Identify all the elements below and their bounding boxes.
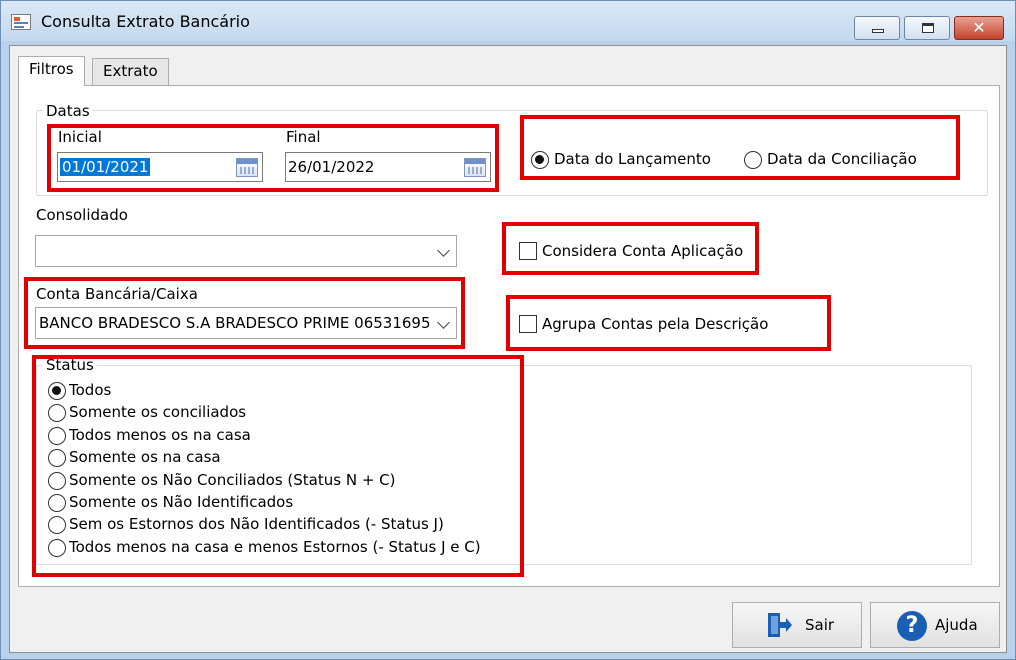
tab-extrato[interactable]: Extrato	[92, 58, 169, 85]
radio-status-nao-identificados[interactable]	[48, 494, 66, 512]
radio-data-lancamento[interactable]	[531, 151, 549, 169]
client-area: Filtros Extrato Datas Inicial 01/01/2021…	[9, 45, 1007, 653]
conta-bancaria-select[interactable]: BANCO BRADESCO S.A BRADESCO PRIME 065316…	[35, 307, 457, 339]
status-option-label[interactable]: Somente os conciliados	[69, 403, 246, 421]
consolidado-label: Consolidado	[36, 206, 128, 224]
minimize-button[interactable]	[854, 16, 900, 40]
datas-group-label: Datas	[43, 102, 93, 120]
ajuda-label: Ajuda	[935, 616, 978, 634]
radio-data-conciliacao[interactable]	[744, 151, 762, 169]
tab-filtros[interactable]: Filtros	[18, 56, 85, 86]
radio-status-sem-estornos[interactable]	[48, 516, 66, 534]
radio-status-todos-menos-casa-estornos[interactable]	[48, 539, 66, 557]
close-button[interactable]: ✕	[954, 16, 1004, 40]
status-option-label[interactable]: Somente os Não Conciliados (Status N + C…	[69, 471, 396, 489]
final-date-input[interactable]: 26/01/2022	[285, 152, 491, 182]
calendar-icon[interactable]	[464, 158, 486, 177]
exit-door-icon	[768, 613, 792, 637]
considera-conta-aplicacao-label[interactable]: Considera Conta Aplicação	[542, 242, 743, 260]
sair-button[interactable]: Sair	[732, 602, 862, 648]
calendar-icon[interactable]	[236, 158, 258, 177]
status-option-label[interactable]: Sem os Estornos dos Não Identificados (-…	[69, 515, 444, 533]
maximize-button[interactable]	[904, 16, 950, 40]
sair-label: Sair	[805, 616, 835, 634]
status-option-label[interactable]: Todos	[69, 381, 111, 399]
agrupa-contas-checkbox[interactable]	[519, 315, 537, 333]
filtros-panel: Datas Inicial 01/01/2021 Final 26/01/202…	[18, 85, 1000, 587]
minimize-icon	[872, 29, 884, 33]
chevron-down-icon	[437, 244, 450, 257]
inicial-date-value: 01/01/2021	[60, 158, 151, 176]
consolidado-select[interactable]	[35, 235, 457, 267]
radio-status-todos-menos-na-casa[interactable]	[48, 427, 66, 445]
considera-conta-aplicacao-checkbox[interactable]	[519, 242, 537, 260]
status-option-label[interactable]: Somente os na casa	[69, 448, 221, 466]
status-option-label[interactable]: Todos menos na casa e menos Estornos (- …	[69, 538, 481, 556]
data-lancamento-label[interactable]: Data do Lançamento	[554, 150, 711, 168]
ajuda-button[interactable]: ? Ajuda	[870, 602, 1000, 648]
radio-status-somente-na-casa[interactable]	[48, 449, 66, 467]
close-icon: ✕	[972, 18, 986, 37]
inicial-label: Inicial	[58, 128, 102, 146]
radio-status-todos[interactable]	[48, 382, 66, 400]
status-group-label: Status	[43, 356, 97, 374]
final-label: Final	[286, 128, 321, 146]
inicial-date-input[interactable]: 01/01/2021	[57, 152, 263, 182]
app-icon	[11, 14, 31, 30]
chevron-down-icon	[437, 316, 450, 329]
title-bar[interactable]: Consulta Extrato Bancário ✕	[1, 1, 1015, 41]
main-window: Consulta Extrato Bancário ✕ Filtros Extr…	[0, 0, 1016, 660]
final-date-value: 26/01/2022	[288, 158, 375, 176]
maximize-icon	[922, 23, 934, 33]
agrupa-contas-label[interactable]: Agrupa Contas pela Descrição	[542, 315, 768, 333]
conta-bancaria-label: Conta Bancária/Caixa	[36, 285, 198, 303]
radio-status-conciliados[interactable]	[48, 404, 66, 422]
radio-status-nao-conciliados[interactable]	[48, 472, 66, 490]
status-option-label[interactable]: Somente os Não Identificados	[69, 493, 293, 511]
conta-bancaria-value: BANCO BRADESCO S.A BRADESCO PRIME 065316…	[39, 314, 431, 332]
data-conciliacao-label[interactable]: Data da Conciliação	[767, 150, 917, 168]
window-title: Consulta Extrato Bancário	[41, 12, 250, 31]
status-option-label[interactable]: Todos menos os na casa	[69, 426, 251, 444]
help-icon: ?	[897, 611, 927, 641]
